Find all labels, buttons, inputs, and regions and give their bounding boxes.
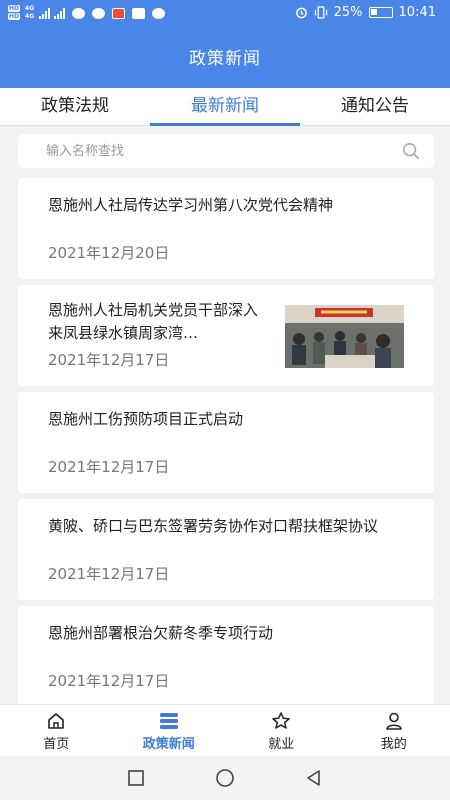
news-title: 恩施州人社局传达学习州第八次党代会精神	[48, 196, 334, 214]
nav-policy-news-label: 政策新闻	[142, 737, 195, 752]
news-thumbnail	[285, 305, 404, 368]
search-bar	[18, 134, 434, 168]
news-title: 黄陂、硚口与巴东签署劳务协作对口帮扶框架协议	[48, 517, 379, 535]
chat-icon	[72, 7, 86, 19]
news-card[interactable]: 黄陂、硚口与巴东签署劳务协作对口帮扶框架协议 2021年12月17日	[18, 499, 434, 600]
signal-icon-2	[54, 7, 66, 19]
nav-employment-label: 就业	[268, 737, 295, 752]
news-stack-icon	[159, 713, 178, 729]
nav-home[interactable]: 首页	[0, 705, 113, 756]
system-navigation-bar	[0, 756, 450, 800]
nav-employment[interactable]: 就业	[225, 705, 338, 756]
news-title: 恩施州人社局机关党员干部深入来凤县绿水镇周家湾…	[48, 301, 259, 342]
status-left: HD HD 4G 4G	[8, 5, 166, 21]
app-notification-icon	[92, 7, 106, 19]
news-date: 2021年12月17日	[48, 458, 170, 476]
sim-label-2: HD	[8, 13, 21, 20]
home-icon	[48, 713, 65, 729]
network-label-2: 4G	[25, 13, 35, 20]
back-triangle-icon[interactable]	[305, 769, 323, 787]
news-card[interactable]: 恩施州部署根治欠薪冬季专项行动 2021年12月17日	[18, 606, 434, 707]
news-date: 2021年12月17日	[48, 672, 170, 690]
search-input[interactable]	[46, 134, 386, 168]
sim-label-1: HD	[8, 5, 21, 12]
status-right: 25% 10:41	[295, 5, 436, 20]
status-bar: HD HD 4G 4G 25% 10:41	[0, 0, 450, 28]
vibrate-icon	[314, 6, 327, 19]
news-card[interactable]: 恩施州人社局传达学习州第八次党代会精神 2021年12月20日	[18, 178, 434, 279]
tab-policy-law[interactable]: 政策法规	[0, 88, 150, 125]
news-list: 恩施州人社局传达学习州第八次党代会精神 2021年12月20日 恩施州人社局机关…	[18, 178, 434, 713]
news-card[interactable]: 恩施州人社局机关党员干部深入来凤县绿水镇周家湾… 2021年12月17日	[18, 285, 434, 386]
search-icon[interactable]	[402, 142, 420, 160]
battery-percent: 25%	[333, 5, 363, 20]
battery-icon	[368, 7, 393, 18]
star-icon	[272, 712, 290, 729]
bottom-navigation: 首页 政策新闻 就业 我的	[0, 704, 450, 756]
tab-bar: 政策法规 最新新闻 通知公告	[0, 88, 450, 126]
sim-indicator: HD HD	[8, 5, 21, 21]
news-card[interactable]: 恩施州工伤预防项目正式启动 2021年12月17日	[18, 392, 434, 493]
signal-icon	[39, 7, 51, 19]
news-date: 2021年12月17日	[48, 351, 170, 369]
network-label-1: 4G	[25, 5, 35, 12]
network-indicator: 4G 4G	[24, 5, 35, 21]
nav-home-label: 首页	[43, 737, 70, 752]
person-icon	[385, 712, 402, 730]
home-circle-icon[interactable]	[215, 768, 235, 788]
clock-time: 10:41	[398, 5, 436, 20]
nav-mine-label: 我的	[380, 737, 407, 752]
page-title: 政策新闻	[189, 49, 261, 69]
news-title: 恩施州部署根治欠薪冬季专项行动	[48, 624, 274, 642]
nav-mine[interactable]: 我的	[338, 705, 450, 756]
mail-notification-icon	[132, 7, 146, 19]
news-date: 2021年12月20日	[48, 244, 170, 262]
tab-latest-news[interactable]: 最新新闻	[150, 88, 300, 126]
news-date: 2021年12月17日	[48, 565, 170, 583]
news-title: 恩施州工伤预防项目正式启动	[48, 410, 244, 428]
nav-policy-news[interactable]: 政策新闻	[113, 705, 226, 756]
top-bar: HD HD 4G 4G 25% 10:41 政策新闻	[0, 0, 450, 88]
shield-icon	[152, 7, 166, 19]
alarm-icon	[295, 7, 307, 19]
badge-notification-icon	[112, 7, 126, 19]
tab-notices[interactable]: 通知公告	[300, 88, 450, 125]
recent-apps-icon[interactable]	[127, 769, 145, 787]
